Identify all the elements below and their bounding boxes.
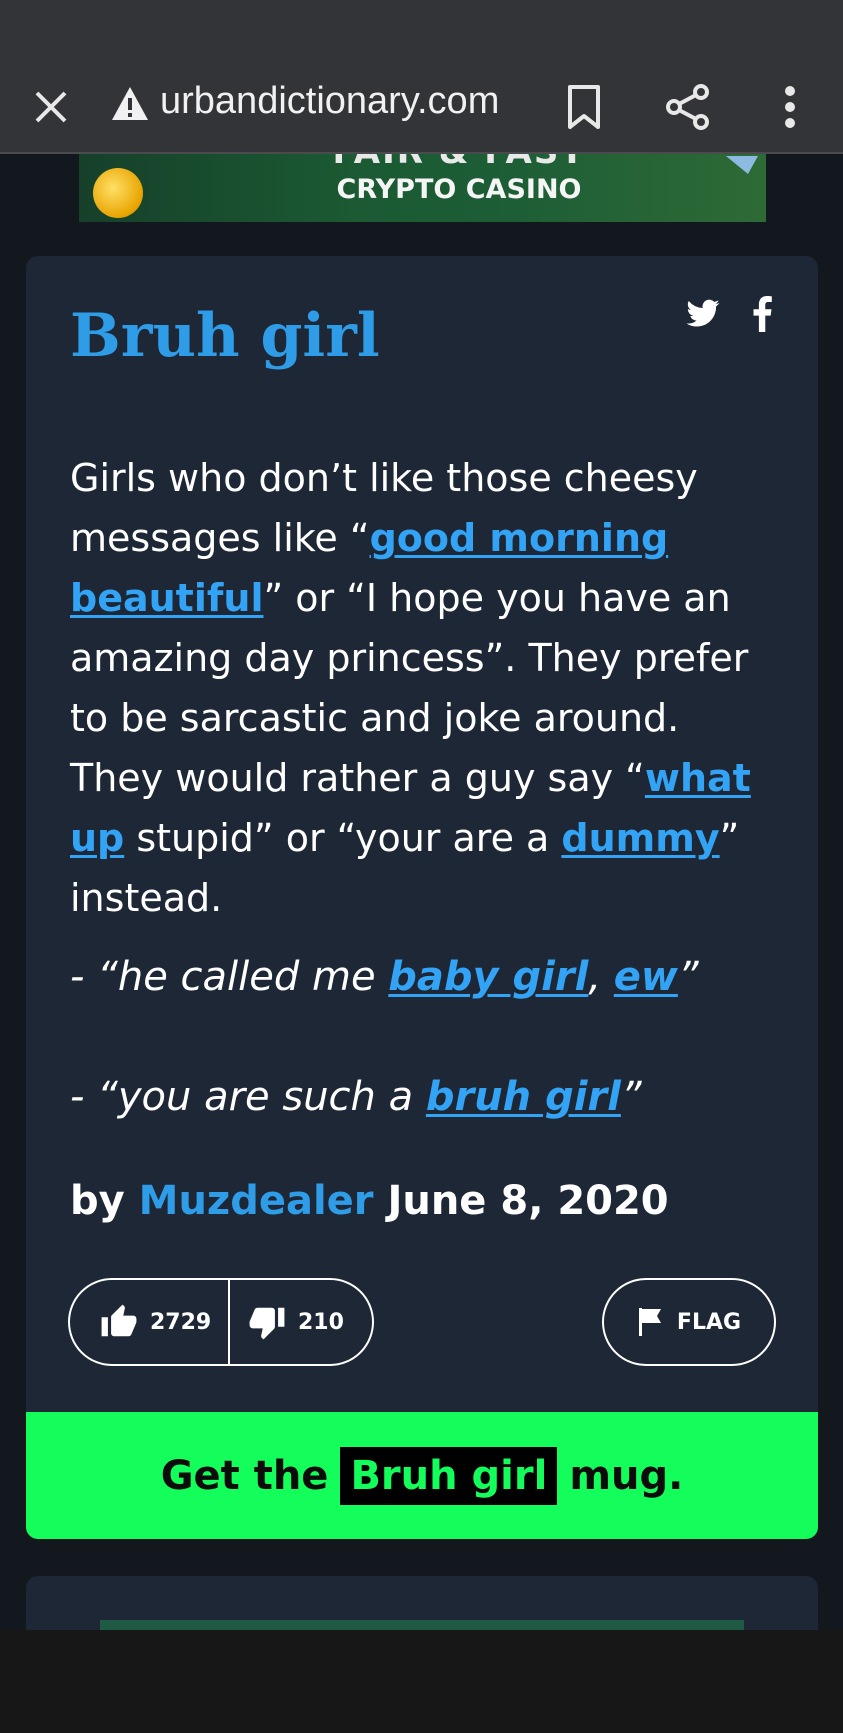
more-vert-icon[interactable] — [780, 84, 800, 130]
example-line: - “you are such a bruh girl” — [70, 1074, 790, 1120]
flag-icon — [638, 1308, 661, 1336]
share-links — [685, 296, 772, 332]
meaning-text: stupid” or “your are a — [124, 816, 562, 860]
definition-card: Bruh girl Girls who don’t like those che… — [26, 256, 818, 1539]
url-text[interactable]: urbandictionary.com — [160, 80, 499, 123]
vote-controls: 2729 210 — [68, 1278, 374, 1366]
thumbs-up-icon — [101, 1304, 137, 1337]
ad-headline: FAIR & FAST — [259, 154, 659, 172]
thumbs-down-button[interactable]: 210 — [230, 1280, 344, 1364]
example-link[interactable]: ew — [614, 954, 678, 1000]
by-label: by — [70, 1178, 139, 1224]
flag-label: FLAG — [676, 1309, 742, 1335]
status-bar — [0, 0, 843, 62]
example-link[interactable]: bruh girl — [426, 1074, 621, 1120]
example-text: , — [588, 954, 614, 1000]
mug-text-pre: Get the — [160, 1452, 329, 1499]
mug-text-post: mug. — [569, 1452, 684, 1499]
close-icon[interactable] — [32, 88, 70, 126]
example-text: ” — [677, 954, 699, 1000]
thumbs-down-count: 210 — [298, 1309, 344, 1335]
contributor-line: by Muzdealer June 8, 2020 — [70, 1178, 669, 1224]
bookmark-icon[interactable] — [566, 84, 602, 130]
mug-promo[interactable]: Get the Bruh girl mug. — [26, 1412, 818, 1539]
share-icon[interactable] — [665, 84, 711, 130]
definition-word[interactable]: Bruh girl — [70, 300, 380, 372]
flag-button[interactable]: FLAG — [602, 1278, 776, 1366]
definition-meaning: Girls who don’t like those cheesy messag… — [70, 448, 770, 928]
thumbs-up-button[interactable]: 2729 — [70, 1280, 230, 1364]
ad-banner[interactable]: FAIR & FAST CRYPTO CASINO — [79, 154, 766, 222]
ad-subline: CRYPTO CASINO — [336, 174, 582, 205]
example-line: - “he called me baby girl, ew” — [70, 954, 790, 1000]
system-nav-bar — [0, 1630, 843, 1733]
author-link[interactable]: Muzdealer — [139, 1178, 374, 1224]
warning-icon[interactable] — [110, 84, 150, 124]
mug-word: Bruh girl — [340, 1446, 558, 1505]
post-date: June 8, 2020 — [387, 1178, 669, 1224]
thumbs-down-icon — [249, 1307, 285, 1340]
thumbs-up-count: 2729 — [150, 1309, 212, 1335]
example-text: - “you are such a — [70, 1074, 426, 1120]
example-text: ” — [620, 1074, 642, 1120]
twitter-icon[interactable] — [685, 296, 721, 332]
ad-corner-icon — [726, 156, 758, 174]
browser-toolbar: urbandictionary.com — [0, 62, 843, 154]
example-link[interactable]: baby girl — [388, 954, 588, 1000]
coin-icon — [93, 168, 143, 218]
meaning-link[interactable]: dummy — [561, 816, 719, 860]
facebook-icon[interactable] — [752, 296, 772, 332]
example-text: - “he called me — [70, 954, 389, 1000]
